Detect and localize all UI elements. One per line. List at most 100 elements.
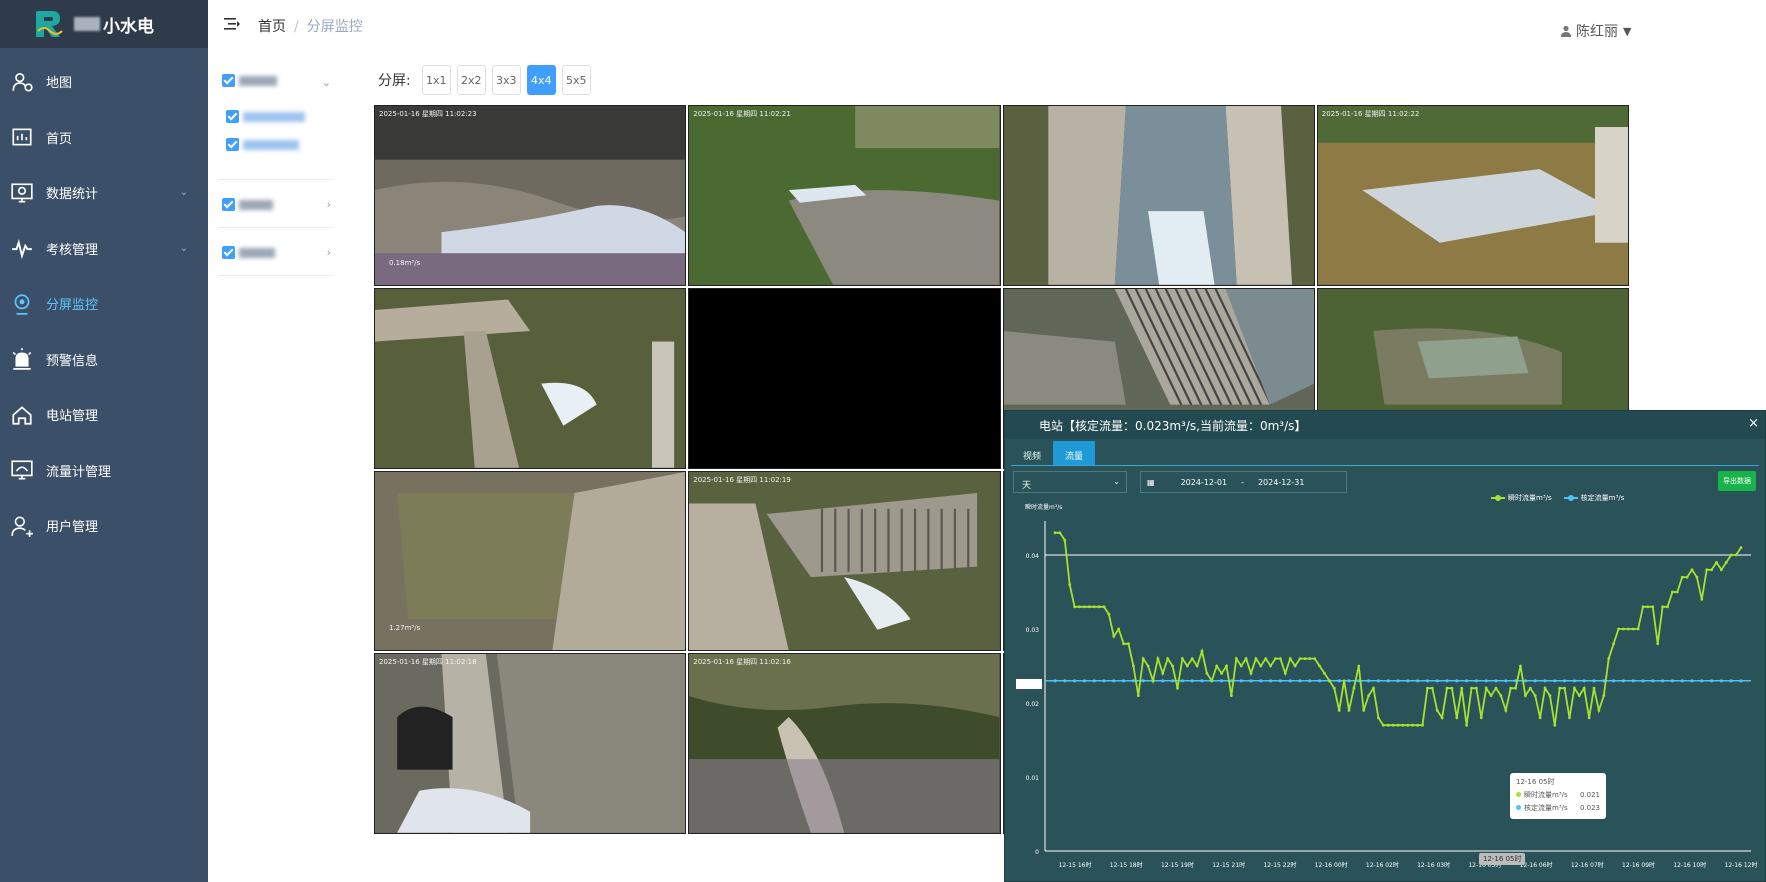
instant-point (1680, 575, 1684, 579)
instant-point (1112, 635, 1116, 638)
instant-point (1097, 605, 1101, 609)
instant-point (1675, 590, 1679, 594)
video-cell[interactable]: 2025-01-16 星期四 11:02:23 0.18m³/s (374, 105, 687, 286)
instant-point (1185, 664, 1189, 668)
breadcrumb-home[interactable]: 首页 (258, 19, 286, 35)
rated-point (1239, 679, 1243, 683)
video-cell[interactable]: 2025-01-16 星期四 11:02:18 (374, 653, 687, 834)
instant-point (1475, 686, 1478, 690)
flow-chart: 00.010.020.030.040.05瞬时流量m³/s12-15 16时12… (1025, 503, 1757, 869)
sidebar-item-label: 用户管理 (46, 520, 99, 536)
tree-leaf[interactable] (226, 110, 305, 123)
rated-point (1543, 679, 1547, 683)
split-option-5x5[interactable]: 5x5 (561, 65, 591, 95)
checkbox-icon[interactable] (222, 246, 235, 259)
sidebar-item-7[interactable]: 流量计管理 (0, 443, 208, 499)
user-menu[interactable]: 陈红丽 ▼ (1560, 21, 1631, 41)
rated-point (1690, 679, 1694, 683)
chevron-right-icon[interactable]: › (327, 198, 331, 211)
tree-node[interactable] (222, 74, 277, 87)
rated-point (1308, 679, 1312, 683)
tree-group-1: ⌄ (218, 58, 333, 180)
instant-point (1450, 686, 1454, 690)
chevron-down-icon[interactable]: ⌄ (322, 76, 331, 89)
sidebar-item-5[interactable]: 预警信息 (0, 332, 208, 388)
checkbox-icon[interactable] (222, 74, 235, 87)
rated-point (1406, 679, 1410, 683)
instant-point (1181, 657, 1184, 660)
monitor-gauge-icon (11, 460, 33, 480)
sidebar-item-1[interactable]: 首页 (0, 110, 208, 166)
instant-point (1563, 686, 1566, 690)
alarm-icon (12, 348, 32, 370)
map-user-icon (12, 72, 33, 92)
close-icon[interactable]: × (1748, 416, 1759, 431)
instant-point (1656, 642, 1660, 646)
rated-point (1278, 679, 1282, 683)
export-button[interactable]: 导出数据 (1718, 471, 1756, 491)
x-tick-label: 12-15 22时 (1263, 861, 1296, 869)
rated-point (1396, 679, 1400, 683)
checkbox-icon[interactable] (226, 138, 239, 151)
instant-point (1509, 686, 1513, 690)
chevron-down-icon: ⌄ (179, 187, 188, 198)
station-tree: ⌄ › › (218, 58, 333, 276)
video-cell[interactable]: 2025-01-16 星期四 11:02:16 (688, 653, 1001, 834)
video-cell[interactable]: 2025-01-16 星期四 11:02:22 (1316, 105, 1629, 286)
split-option-3x3[interactable]: 3x3 (491, 65, 521, 95)
video-cell[interactable] (374, 287, 687, 469)
rated-point (1112, 679, 1116, 683)
tooltip-row: 瞬时流量m³/s 0.021 (1516, 790, 1600, 800)
instant-point (1347, 709, 1351, 712)
user-icon (1561, 25, 1571, 37)
sidebar-item-2[interactable]: 数据统计 ⌄ (0, 165, 208, 221)
instant-point (1166, 657, 1170, 660)
instant-point (1715, 561, 1718, 564)
sidebar-item-label: 考核管理 (46, 242, 99, 258)
sidebar-item-0[interactable]: 地图 (0, 54, 208, 110)
flow-popup: 电站【核定流量：0.023m³/s,当前流量：0m³/s】 × 视频 流量 天 ⌄ … (1004, 410, 1766, 882)
rated-point (1386, 679, 1390, 683)
instant-point (1269, 664, 1272, 668)
x-tick-label: 12-16 07时 (1571, 861, 1604, 869)
video-cell[interactable]: 1.27m³/s (374, 470, 687, 652)
sidebar-item-8[interactable]: 用户管理 (0, 498, 208, 554)
instant-point (1323, 672, 1326, 675)
video-cell[interactable]: 2025-01-16 星期四 11:02:21 (688, 105, 1001, 286)
video-cell[interactable] (688, 287, 1001, 469)
monitor-chart-icon (11, 183, 33, 203)
tab-0[interactable]: 视频 (1011, 441, 1053, 465)
checkbox-icon[interactable] (222, 198, 235, 211)
video-frame (689, 288, 1000, 468)
instant-point (1342, 679, 1346, 683)
instant-point (1161, 672, 1165, 675)
sidebar-item-label: 电站管理 (46, 409, 99, 425)
instant-point (1200, 649, 1204, 653)
video-cell[interactable] (1002, 105, 1315, 286)
instant-point (1626, 627, 1630, 631)
sidebar-item-6[interactable]: 电站管理 (0, 387, 208, 443)
tree-leaf[interactable] (226, 138, 299, 151)
split-label: 分屏: (378, 73, 411, 89)
rated-point (1259, 679, 1263, 683)
tab-1[interactable]: 流量 (1053, 441, 1096, 465)
checkbox-icon[interactable] (226, 110, 239, 123)
menu-toggle-icon[interactable] (224, 16, 240, 32)
instant-point (1720, 568, 1723, 572)
instant-point (1661, 605, 1664, 609)
date-range-picker[interactable]: ▦ 2024-12-01 - 2024-12-31 (1140, 471, 1347, 493)
tree-node[interactable] (222, 246, 275, 259)
instant-point (1249, 672, 1253, 675)
video-cell[interactable]: 2025-01-16 星期四 11:02:19 (688, 470, 1001, 652)
x-tick-label: 12-15 21时 (1212, 861, 1245, 869)
chevron-right-icon[interactable]: › (327, 246, 331, 259)
period-select[interactable]: 天 ⌄ (1013, 471, 1127, 493)
split-option-1x1[interactable]: 1x1 (421, 65, 451, 95)
video-frame (375, 471, 686, 651)
sidebar-item-3[interactable]: 考核管理 ⌄ (0, 221, 208, 277)
sidebar-item-4[interactable]: 分屏监控 (0, 276, 208, 332)
split-option-4x4[interactable]: 4x4 (526, 65, 556, 95)
split-option-2x2[interactable]: 2x2 (456, 65, 486, 95)
tree-node[interactable] (222, 198, 273, 211)
video-timestamp: 2025-01-16 星期四 11:02:23 (379, 110, 477, 118)
